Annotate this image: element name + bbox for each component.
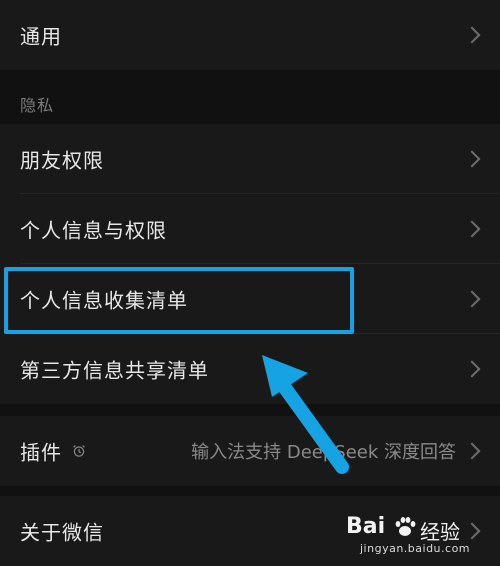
row-label: 个人信息与权限	[20, 218, 167, 243]
chevron-right-icon	[463, 150, 481, 168]
watermark-jingyan: 经验	[420, 520, 460, 544]
row-label: 通用	[20, 24, 62, 49]
row-label: 朋友权限	[20, 148, 104, 173]
watermark-brand: Bai	[346, 514, 386, 539]
settings-row-friend-permissions[interactable]: 朋友权限	[0, 124, 500, 194]
settings-row-personal-info-permissions[interactable]: 个人信息与权限	[0, 194, 500, 264]
settings-row-general[interactable]: 通用	[0, 0, 500, 70]
arrow-up-left-icon	[262, 355, 349, 474]
row-label: 插件	[20, 440, 62, 465]
paw-icon	[395, 517, 416, 536]
annotation-highlight-box	[4, 267, 354, 334]
watermark-url: jingyan.baidu.com	[360, 542, 471, 555]
chevron-right-icon	[463, 26, 481, 44]
alarm-clock-icon	[73, 445, 85, 457]
chevron-right-icon	[463, 290, 481, 308]
baidu-jingyan-watermark: Bai 经验 jingyan.baidu.com	[346, 514, 496, 558]
chevron-right-icon	[463, 220, 481, 238]
row-label: 关于微信	[20, 520, 104, 545]
section-header-privacy: 隐私	[20, 96, 55, 115]
chevron-right-icon	[463, 442, 481, 460]
chevron-right-icon	[463, 360, 481, 378]
row-label: 第三方信息共享清单	[20, 358, 209, 383]
